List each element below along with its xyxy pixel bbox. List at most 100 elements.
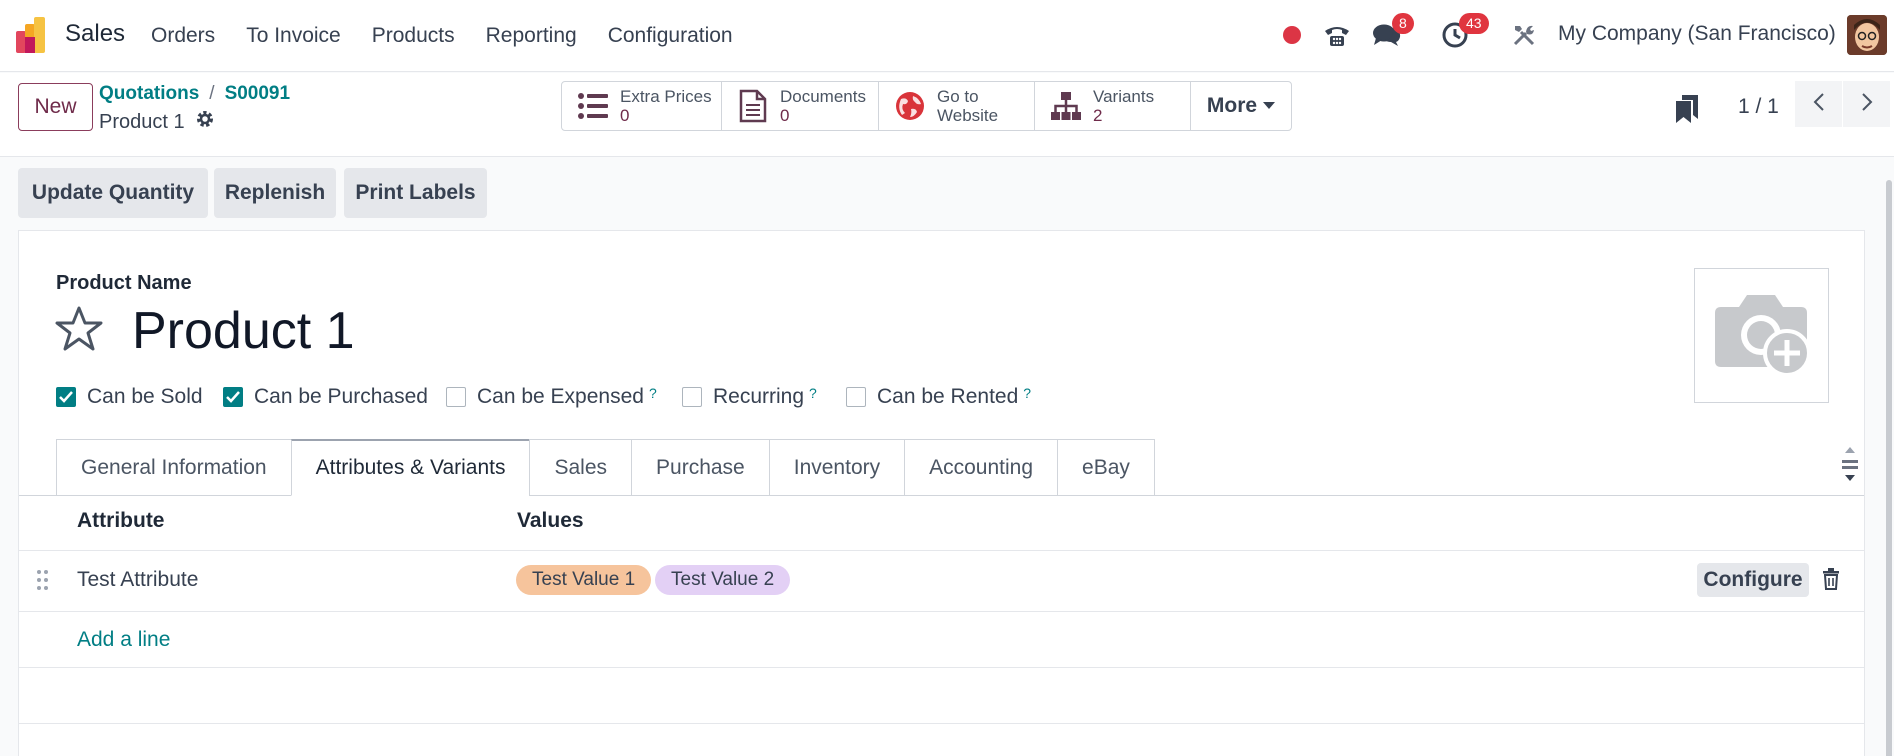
notebook-tabs: General Information Attributes & Variant…	[56, 439, 1155, 496]
recurring-checkbox[interactable]: Recurring ?	[682, 385, 817, 409]
can-be-rented-checkbox[interactable]: Can be Rented ?	[846, 385, 1031, 409]
configure-button[interactable]: Configure	[1697, 563, 1809, 597]
menu-reporting[interactable]: Reporting	[486, 24, 577, 48]
help-tooltip-icon[interactable]: ?	[649, 385, 657, 401]
checkbox-unchecked[interactable]	[846, 387, 866, 407]
help-tooltip-icon[interactable]: ?	[809, 385, 817, 401]
tabs-scroll-control[interactable]	[1839, 441, 1861, 496]
control-panel: New Quotations / S00091 Product 1 Extra Pr…	[0, 73, 1894, 157]
record-name: Product 1	[99, 110, 185, 133]
row-divider	[19, 667, 1864, 668]
pager-previous-button[interactable]	[1795, 81, 1842, 127]
row-divider	[19, 723, 1864, 724]
tab-ebay[interactable]: eBay	[1057, 439, 1155, 496]
website-label: Website	[937, 106, 999, 125]
list-icon	[576, 89, 610, 123]
menu-orders[interactable]: Orders	[151, 24, 215, 48]
can-be-purchased-label: Can be Purchased	[254, 385, 428, 408]
attribute-cell[interactable]: Test Attribute	[77, 568, 198, 592]
pager-next-button[interactable]	[1843, 81, 1890, 127]
documents-value: 0	[780, 106, 790, 125]
messages-icon[interactable]: 8	[1372, 13, 1414, 50]
breadcrumb: Quotations / S00091	[99, 83, 290, 105]
can-be-sold-label: Can be Sold	[87, 385, 203, 408]
checkbox-unchecked[interactable]	[682, 387, 702, 407]
documents-button[interactable]: Documents 0	[722, 82, 879, 130]
drag-handle-icon[interactable]	[36, 569, 50, 596]
messages-badge: 8	[1392, 13, 1414, 34]
app-name[interactable]: Sales	[65, 20, 125, 48]
can-be-rented-label: Can be Rented	[877, 385, 1019, 408]
extra-prices-value: 0	[620, 106, 630, 125]
more-button[interactable]: More	[1191, 82, 1291, 130]
add-line-link[interactable]: Add a line	[77, 628, 170, 652]
camera-plus-icon	[1707, 283, 1817, 388]
replenish-button[interactable]: Replenish	[214, 168, 336, 218]
recurring-label: Recurring	[713, 385, 805, 408]
top-navbar: Sales Orders To Invoice Products Reporti…	[0, 0, 1894, 72]
pager-value[interactable]: 1 / 1	[1738, 95, 1779, 119]
caret-down-icon	[1263, 97, 1276, 115]
globe-icon	[893, 89, 927, 123]
checkbox-unchecked[interactable]	[446, 387, 466, 407]
bookmark-icon[interactable]	[1676, 95, 1698, 128]
extra-prices-button[interactable]: Extra Prices 0	[562, 82, 722, 130]
can-be-expensed-checkbox[interactable]: Can be Expensed ?	[446, 385, 657, 409]
chevron-left-icon	[1813, 92, 1825, 117]
sales-app-icon[interactable]	[16, 17, 52, 53]
go-to-label: Go to	[937, 87, 979, 106]
variants-value: 2	[1093, 106, 1103, 125]
menu-configuration[interactable]: Configuration	[608, 24, 733, 48]
help-tooltip-icon[interactable]: ?	[1023, 385, 1031, 401]
main-menu: Orders To Invoice Products Reporting Con…	[151, 0, 764, 72]
update-quantity-button[interactable]: Update Quantity	[18, 168, 208, 218]
product-name-field[interactable]: Product 1	[132, 301, 355, 361]
breadcrumb-order[interactable]: S00091	[225, 83, 291, 104]
value-tag[interactable]: Test Value 1	[516, 565, 652, 595]
new-button[interactable]: New	[18, 83, 93, 131]
can-be-purchased-checkbox[interactable]: Can be Purchased	[223, 385, 428, 409]
documents-label: Documents	[780, 87, 866, 106]
checkbox-checked[interactable]	[56, 387, 76, 407]
trash-icon[interactable]	[1822, 568, 1840, 595]
breadcrumb-quotations[interactable]: Quotations	[99, 83, 199, 104]
tab-attributes-variants[interactable]: Attributes & Variants	[290, 439, 530, 496]
print-labels-button[interactable]: Print Labels	[344, 168, 487, 218]
extra-prices-label: Extra Prices	[620, 87, 712, 106]
smart-buttons: Extra Prices 0 Documents 0 Go to Website Va…	[561, 81, 1292, 131]
column-header-attribute[interactable]: Attribute	[77, 509, 165, 533]
user-avatar[interactable]	[1847, 15, 1887, 55]
checkbox-checked[interactable]	[223, 387, 243, 407]
document-icon	[736, 89, 770, 123]
sitemap-icon	[1049, 89, 1083, 123]
column-header-values[interactable]: Values	[517, 509, 584, 533]
tab-inventory[interactable]: Inventory	[768, 439, 905, 496]
row-divider	[19, 611, 1864, 612]
breadcrumb-separator: /	[209, 83, 215, 104]
tab-accounting[interactable]: Accounting	[904, 439, 1058, 496]
chevron-right-icon	[1861, 92, 1873, 117]
variants-label: Variants	[1093, 87, 1155, 106]
product-image-upload[interactable]	[1694, 268, 1829, 403]
row-divider	[19, 550, 1864, 551]
value-tag[interactable]: Test Value 2	[655, 565, 791, 595]
tab-general-information[interactable]: General Information	[56, 439, 291, 496]
activities-icon[interactable]: 43	[1440, 13, 1489, 50]
go-to-website-button[interactable]: Go to Website	[879, 82, 1035, 130]
record-status-icon[interactable]	[1277, 20, 1307, 50]
phone-icon[interactable]	[1322, 20, 1352, 50]
company-switcher[interactable]: My Company (San Francisco)	[1558, 22, 1836, 46]
variants-button[interactable]: Variants 2	[1035, 82, 1191, 130]
menu-products[interactable]: Products	[372, 24, 455, 48]
more-label: More	[1206, 94, 1258, 117]
star-icon[interactable]	[54, 305, 104, 358]
form-sheet: Product Name Product 1 Can be Sold Can b…	[18, 230, 1865, 756]
gear-icon[interactable]	[195, 109, 215, 135]
tab-purchase[interactable]: Purchase	[631, 439, 769, 496]
menu-to-invoice[interactable]: To Invoice	[246, 24, 341, 48]
tab-sales[interactable]: Sales	[529, 439, 632, 496]
tools-icon[interactable]	[1509, 20, 1539, 50]
product-name-label: Product Name	[56, 272, 192, 294]
page-scrollbar[interactable]	[1886, 180, 1892, 756]
can-be-sold-checkbox[interactable]: Can be Sold	[56, 385, 203, 409]
